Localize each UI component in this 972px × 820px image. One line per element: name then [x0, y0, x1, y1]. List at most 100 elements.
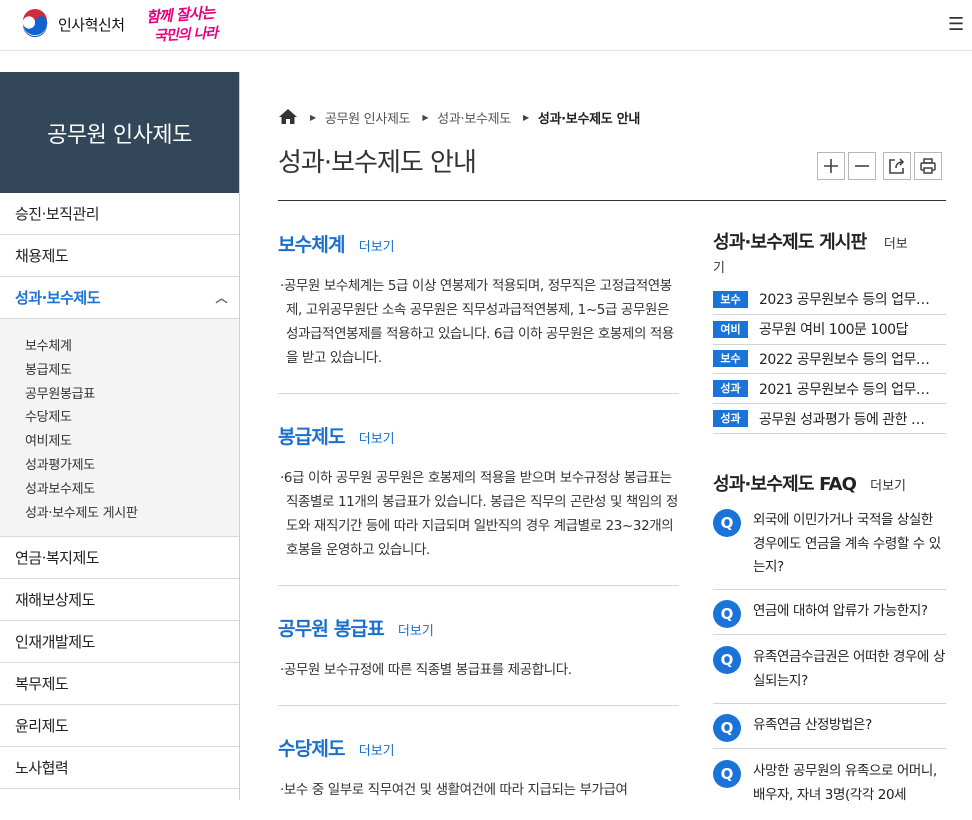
section-text: ·공무원 보수체계는 5급 이상 연봉제가 적용되며, 정무직은 고정급적연봉제…	[280, 278, 674, 366]
faq-item[interactable]: Q 연금에 대하여 압류가 가능한지?	[713, 600, 946, 635]
sidebar: 공무원 인사제도 승진·보직관리 채용제도 성과·보수제도 ︿ 보수체계 봉급제…	[0, 72, 240, 800]
category-badge: 성과	[713, 380, 748, 398]
breadcrumb-item[interactable]: 성과·보수제도	[437, 108, 511, 127]
print-icon	[920, 158, 936, 174]
share-icon	[889, 158, 905, 174]
chevron-right-icon: ▶	[522, 112, 529, 122]
submenu-item[interactable]: 봉급제도	[0, 359, 239, 383]
sidebar-item-promotion[interactable]: 승진·보직관리	[0, 193, 239, 235]
section-divider	[278, 705, 679, 706]
board-item-title[interactable]: 2021 공무원보수 등의 업무지침	[759, 379, 934, 399]
board-item[interactable]: 성과 2021 공무원보수 등의 업무지침	[713, 374, 946, 405]
title-divider	[278, 200, 946, 201]
board-item[interactable]: 보수 2023 공무원보수 등의 업무지침	[713, 285, 946, 315]
faq-item[interactable]: Q 유족연금 산정방법은?	[713, 714, 946, 749]
sidebar-submenu: 보수체계 봉급제도 공무원봉급표 수당제도 여비제도 성과평가제도 성과보수제도…	[0, 319, 239, 538]
print-button[interactable]	[914, 152, 942, 180]
section-title: 보수체계	[278, 234, 346, 256]
section-divider	[278, 393, 679, 394]
breadcrumb-current: 성과·보수제도 안내	[537, 111, 640, 127]
board-item-title[interactable]: 2022 공무원보수 등의 업무지침	[759, 349, 934, 369]
breadcrumb-item[interactable]: 공무원 인사제도	[325, 108, 411, 127]
sidebar-item-accident-compensation[interactable]: 재해보상제도	[0, 579, 239, 622]
government-emblem-icon[interactable]	[19, 8, 51, 40]
more-link[interactable]: 더보기	[398, 620, 434, 639]
board-header: 성과·보수제도 게시판 더보 기	[713, 232, 946, 280]
sidebar-title: 공무원 인사제도	[0, 72, 239, 193]
board-title: 성과·보수제도 게시판	[713, 232, 867, 253]
sidebar-item-service[interactable]: 복무제도	[0, 663, 239, 706]
sidebar-item-ethics[interactable]: 윤리제도	[0, 705, 239, 748]
question-icon: Q	[713, 714, 741, 742]
more-link[interactable]: 더보기	[359, 740, 395, 759]
board-more-link[interactable]: 더보	[884, 237, 908, 252]
zoom-in-button[interactable]	[817, 152, 845, 180]
minus-icon	[855, 165, 869, 167]
sidebar-item-label: 성과·보수제도	[15, 289, 101, 307]
board-item-title[interactable]: 공무원 여비 100문 100답	[759, 319, 934, 339]
share-button[interactable]	[883, 152, 911, 180]
sidebar-item-recruitment[interactable]: 채용제도	[0, 235, 239, 277]
board-item-title[interactable]: 공무원 성과평가 등에 관한 지침	[759, 409, 934, 429]
board-list: 보수 2023 공무원보수 등의 업무지침 여비 공무원 여비 100문 100…	[713, 285, 946, 434]
section-title: 봉급제도	[278, 426, 346, 448]
category-badge: 보수	[713, 350, 748, 368]
submenu-item[interactable]: 공무원봉급표	[0, 383, 239, 407]
section-pay-system: 보수체계 더보기 ·공무원 보수체계는 5급 이상 연봉제가 적용되며, 정무직은…	[278, 230, 679, 370]
page-tools	[817, 152, 942, 180]
chevron-up-icon[interactable]: ︿	[215, 289, 227, 306]
page-title: 성과·보수제도 안내	[278, 148, 477, 178]
slogan-logo: 함께 잘사는 국민의 나라	[145, 3, 218, 45]
board-item[interactable]: 보수 2022 공무원보수 등의 업무지침	[713, 345, 946, 375]
sidebar-item-pension[interactable]: 연금·복지제도	[0, 537, 239, 580]
more-link[interactable]: 더보기	[359, 236, 395, 255]
question-icon: Q	[713, 600, 741, 628]
submenu-item[interactable]: 성과평가제도	[0, 454, 239, 478]
faq-item[interactable]: Q 외국에 이민가거나 국적을 상실한 경우에도 연금을 계속 수령할 수 있는…	[713, 509, 946, 590]
faq-question[interactable]: 유족연금수급권은 어떠한 경우에 상실되는지?	[753, 646, 946, 693]
section-salary: 봉급제도 더보기 ·6급 이하 공무원 공무원은 호봉제의 적용을 받으며 보수규…	[278, 422, 679, 562]
submenu-item[interactable]: 여비제도	[0, 430, 239, 454]
section-text: ·보수 중 일부로 직무여건 및 생활여건에 따라 지급되는 부가급여	[280, 782, 628, 798]
question-icon: Q	[713, 760, 741, 788]
chevron-right-icon: ▶	[310, 112, 316, 122]
org-name[interactable]: 인사혁신처	[58, 14, 125, 35]
submenu-item[interactable]: 성과·보수제도 게시판	[0, 502, 239, 526]
section-salary-table: 공무원 봉급표 더보기 ·공무원 보수규정에 따른 직종별 봉급표를 제공합니다.	[278, 614, 679, 682]
section-text: ·공무원 보수규정에 따른 직종별 봉급표를 제공합니다.	[280, 662, 572, 678]
faq-more-link[interactable]: 더보기	[870, 475, 906, 494]
more-link[interactable]: 더보기	[359, 428, 395, 447]
section-title: 공무원 봉급표	[278, 618, 385, 640]
submenu-item[interactable]: 수당제도	[0, 406, 239, 430]
menu-icon[interactable]: ☰	[948, 14, 964, 35]
board-more-link-wrap[interactable]: 기	[713, 261, 725, 276]
faq-title: 성과·보수제도 FAQ	[713, 474, 857, 495]
section-title: 수당제도	[278, 738, 346, 760]
submenu-item[interactable]: 보수체계	[0, 335, 239, 359]
faq-question[interactable]: 유족연금 산정방법은?	[753, 714, 946, 738]
sidebar-item-talent-development[interactable]: 인재개발제도	[0, 621, 239, 664]
board-item[interactable]: 성과 공무원 성과평가 등에 관한 지침	[713, 404, 946, 434]
faq-item[interactable]: Q 유족연금수급권은 어떠한 경우에 상실되는지?	[713, 646, 946, 704]
chevron-right-icon: ▶	[422, 112, 429, 122]
zoom-out-button[interactable]	[848, 152, 876, 180]
faq-item[interactable]: Q 사망한 공무원의 유족으로 어머니, 배우자, 자녀 3명(각각 20세	[713, 760, 946, 820]
section-allowance: 수당제도 더보기 ·보수 중 일부로 직무여건 및 생활여건에 따라 지급되는 부…	[278, 734, 679, 802]
category-badge: 여비	[713, 320, 748, 338]
question-icon: Q	[713, 509, 741, 537]
plus-icon	[824, 159, 838, 173]
category-badge: 성과	[713, 410, 748, 428]
faq-question[interactable]: 연금에 대하여 압류가 가능한지?	[753, 600, 946, 624]
board-item-title[interactable]: 2023 공무원보수 등의 업무지침	[759, 289, 934, 309]
section-text: ·6급 이하 공무원 공무원은 호봉제의 적용을 받으며 보수규정상 봉급표는 …	[280, 470, 678, 558]
site-header: 인사혁신처 함께 잘사는 국민의 나라 ☰	[0, 0, 972, 51]
sidebar-item-labor[interactable]: 노사협력	[0, 747, 239, 790]
breadcrumb: ▶ 공무원 인사제도 ▶ 성과·보수제도 ▶ 성과·보수제도 안내	[278, 106, 652, 128]
faq-question[interactable]: 외국에 이민가거나 국적을 상실한 경우에도 연금을 계속 수령할 수 있는지?	[753, 509, 946, 580]
home-icon[interactable]	[278, 107, 298, 127]
question-icon: Q	[713, 646, 741, 674]
submenu-item[interactable]: 성과보수제도	[0, 478, 239, 502]
section-divider	[278, 585, 679, 586]
board-item[interactable]: 여비 공무원 여비 100문 100답	[713, 315, 946, 345]
sidebar-item-performance-pay[interactable]: 성과·보수제도 ︿	[0, 277, 239, 319]
